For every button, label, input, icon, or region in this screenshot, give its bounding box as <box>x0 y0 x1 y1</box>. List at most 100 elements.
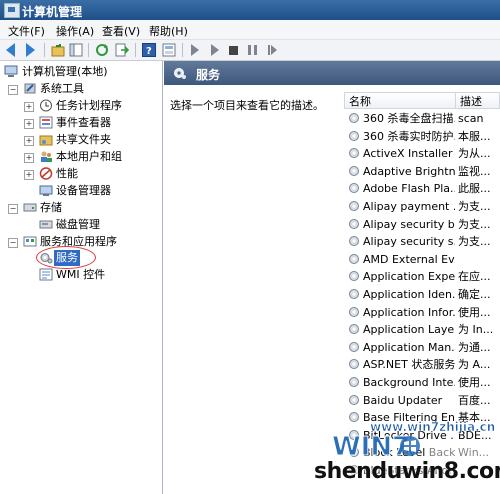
tree-item-local-users[interactable]: + 本地用户和组 <box>24 149 158 165</box>
description-hint: 选择一个项目来查看它的描述。 <box>170 99 324 112</box>
menu-file[interactable]: 文件(F) <box>8 23 45 39</box>
service-name: Application Man... <box>363 340 455 354</box>
service-row[interactable]: Application Iden... 确定... <box>346 286 500 303</box>
toolbar-separator <box>44 43 45 57</box>
service-gear-icon <box>349 394 359 405</box>
tree-label: 存储 <box>40 201 62 214</box>
tree-item-task-scheduler[interactable]: + 任务计划程序 <box>24 98 158 114</box>
service-row[interactable]: Background Inte... 使用... <box>346 374 500 391</box>
tree-item-event-viewer[interactable]: + 事件查看器 <box>24 115 158 131</box>
device-manager-icon <box>39 185 53 196</box>
service-row[interactable]: Adaptive Brightn...监视... <box>346 163 500 180</box>
clock-icon <box>40 99 52 112</box>
refresh-icon[interactable] <box>95 43 109 57</box>
service-name: Application Infor... <box>363 305 455 319</box>
service-row[interactable]: Alipay security s... 为支... <box>346 233 500 250</box>
tree-item-performance[interactable]: + 性能 <box>24 166 158 182</box>
menu-bar: 文件(F) 操作(A) 查看(V) 帮助(H) <box>0 20 500 40</box>
show-hide-tree-icon[interactable] <box>69 43 83 57</box>
expand-icon[interactable]: + <box>24 136 34 146</box>
service-gear-icon <box>349 201 359 211</box>
expand-icon[interactable]: + <box>24 153 34 163</box>
tree-item-wmi[interactable]: WMI 控件 <box>39 267 158 283</box>
service-name: ActiveX Installer ... <box>363 147 455 161</box>
pause-service-icon[interactable] <box>248 45 257 55</box>
service-description: 监视... <box>458 164 491 178</box>
computer-management-icon <box>4 3 20 18</box>
tree-item-system-tools[interactable]: − 系统工具 <box>8 81 158 97</box>
column-header-description[interactable]: 描述 <box>455 92 500 109</box>
tree-item-storage[interactable]: − 存储 <box>8 200 158 216</box>
service-name: 360 杀毒实时防护... <box>363 129 455 143</box>
service-gear-icon <box>349 324 359 335</box>
service-description: scan <box>458 112 484 125</box>
export-list-icon[interactable] <box>115 43 130 57</box>
wmi-icon <box>39 268 53 281</box>
service-description: 为支... <box>458 200 491 213</box>
users-icon <box>41 151 52 162</box>
win7-watermark-logo: www.win7zhijia.cn WIN7 <box>332 420 496 460</box>
service-row[interactable]: Baidu Updater 百度... <box>346 392 500 409</box>
service-name: Application Expe... <box>363 270 455 284</box>
service-gear-icon <box>349 165 359 176</box>
tree-item-services[interactable]: 服务 <box>39 250 158 266</box>
tree-item-disk-management[interactable]: 磁盘管理 <box>39 217 158 233</box>
service-row[interactable]: Application Laye... 为 In... <box>346 321 500 338</box>
collapse-icon[interactable]: − <box>8 238 18 248</box>
back-arrow-icon[interactable] <box>6 43 15 57</box>
help-icon[interactable]: ? <box>142 43 156 57</box>
forward-arrow-icon[interactable] <box>26 43 35 57</box>
service-row[interactable]: Adobe Flash Pla... 此服... <box>346 180 500 197</box>
stop-service-icon[interactable] <box>229 46 238 55</box>
menu-help[interactable]: 帮助(H) <box>149 23 188 39</box>
start-service-alt-icon[interactable] <box>211 44 219 56</box>
up-folder-icon[interactable] <box>51 43 65 57</box>
service-description: 使用... <box>458 305 491 319</box>
properties-icon[interactable] <box>162 43 176 57</box>
toolbar-separator <box>88 43 89 57</box>
start-service-icon[interactable] <box>191 44 199 56</box>
storage-icon <box>23 203 37 212</box>
service-row[interactable]: Application Infor... 使用... <box>346 304 500 321</box>
services-title: 服务 <box>196 68 221 82</box>
service-name: 360 杀毒全盘扫描... <box>363 112 455 125</box>
service-row[interactable]: Application Man... 为通... <box>346 339 500 356</box>
expand-icon[interactable]: + <box>24 170 34 180</box>
expand-icon[interactable]: + <box>24 119 34 129</box>
tree-label: 系统工具 <box>40 82 84 95</box>
tree-item-device-manager[interactable]: 设备管理器 <box>39 183 158 199</box>
service-description: 为通... <box>458 340 491 354</box>
service-row[interactable]: ASP.NET 状态服务为 A... <box>346 356 500 373</box>
service-gear-icon <box>349 183 359 194</box>
services-apps-icon <box>23 236 37 247</box>
service-row[interactable]: 360 杀毒全盘扫描... scan <box>346 110 500 127</box>
collapse-icon[interactable]: − <box>8 204 18 214</box>
service-description: 在应... <box>458 270 491 284</box>
tree-label: 任务计划程序 <box>56 99 122 112</box>
performance-icon <box>39 167 53 180</box>
collapse-icon[interactable]: − <box>8 85 18 95</box>
tree-item-shared-folders[interactable]: + 共享文件夹 <box>24 132 158 148</box>
service-description: 为支... <box>458 217 491 231</box>
event-viewer-icon <box>39 116 53 129</box>
service-row[interactable]: 360 杀毒实时防护... 本服... <box>346 128 500 145</box>
service-gear-icon <box>349 218 359 229</box>
expand-icon[interactable]: + <box>24 102 34 112</box>
tree-label: 本地用户和组 <box>56 150 122 163</box>
service-gear-icon <box>349 306 359 317</box>
restart-service-icon[interactable] <box>268 45 277 55</box>
service-row[interactable]: Alipay payment ... 为支... <box>346 198 500 215</box>
service-row[interactable]: AMD External Ev... <box>346 251 500 268</box>
service-row[interactable]: Application Expe...在应... <box>346 268 500 285</box>
service-row[interactable]: Alipay security b...为支... <box>346 216 500 233</box>
menu-view[interactable]: 查看(V) <box>102 23 140 39</box>
service-name: Background Inte... <box>363 376 455 389</box>
menu-action[interactable]: 操作(A) <box>56 23 94 39</box>
service-gear-icon <box>349 359 359 370</box>
column-header-name[interactable]: 名称 <box>344 92 456 109</box>
service-description: 为支... <box>458 235 491 249</box>
service-row[interactable]: ActiveX Installer ...为从... <box>346 145 500 162</box>
service-gear-icon <box>349 271 359 282</box>
toolbar-separator <box>182 43 183 57</box>
toolbar: ? <box>0 40 500 61</box>
